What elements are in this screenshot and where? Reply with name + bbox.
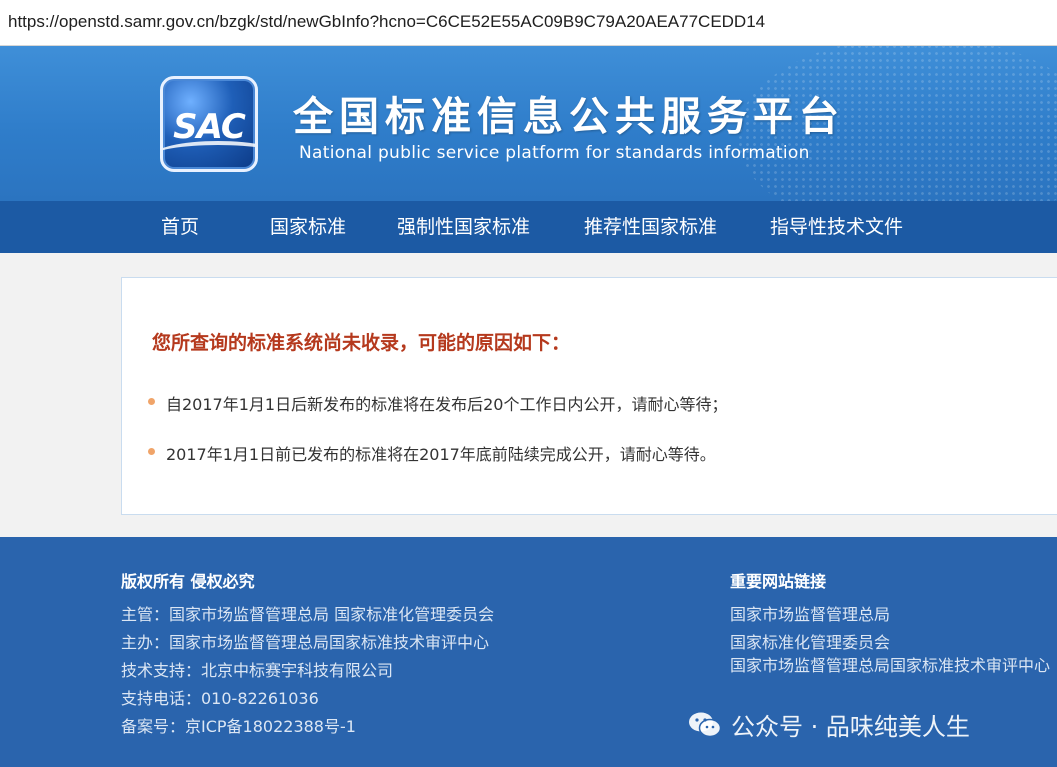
- logo-swoosh: [163, 141, 255, 169]
- bullet-icon: [148, 448, 155, 455]
- footer-line: 主管：国家市场监督管理总局 国家标准化管理委员会: [121, 605, 495, 624]
- main-nav: 首页 国家标准 强制性国家标准 推荐性国家标准 指导性技术文件: [0, 201, 1057, 253]
- footer-link-sac[interactable]: 国家标准化管理委员会: [730, 629, 890, 653]
- site-title: 全国标准信息公共服务平台: [293, 94, 845, 140]
- watermark-text: 公众号 · 品味纯美人生: [731, 713, 970, 741]
- nav-item-guidance-documents[interactable]: 指导性技术文件: [770, 201, 903, 253]
- nav-item-recommended-standards[interactable]: 推荐性国家标准: [584, 201, 717, 253]
- site-header: SAC 全国标准信息公共服务平台 National public service…: [0, 46, 1057, 201]
- url-text[interactable]: https://openstd.samr.gov.cn/bzgk/std/new…: [8, 12, 765, 32]
- nav-item-national-standards[interactable]: 国家标准: [270, 201, 346, 253]
- nav-item-mandatory-standards[interactable]: 强制性国家标准: [397, 201, 530, 253]
- notice-title: 您所查询的标准系统尚未收录，可能的原因如下：: [152, 332, 571, 354]
- footer-line: 技术支持：北京中标赛宇科技有限公司: [121, 661, 394, 680]
- footer-line: 主办：国家市场监督管理总局国家标准技术审评中心: [121, 633, 490, 652]
- nav-item-home[interactable]: 首页: [161, 201, 199, 253]
- sac-logo[interactable]: SAC: [160, 76, 258, 172]
- reason-item: 自2017年1月1日后新发布的标准将在发布后20个工作日内公开，请耐心等待；: [148, 391, 728, 415]
- site-subtitle: National public service platform for sta…: [299, 143, 810, 163]
- address-bar[interactable]: https://openstd.samr.gov.cn/bzgk/std/new…: [0, 0, 1057, 46]
- bullet-icon: [148, 398, 155, 405]
- links-heading: 重要网站链接: [730, 572, 827, 591]
- wechat-icon: [689, 712, 722, 738]
- reason-item: 2017年1月1日前已发布的标准将在2017年底前陆续完成公开，请耐心等待。: [148, 441, 716, 465]
- reason-text: 2017年1月1日前已发布的标准将在2017年底前陆续完成公开，请耐心等待。: [166, 445, 716, 464]
- footer-line[interactable]: 备案号：京ICP备18022388号-1: [121, 713, 356, 737]
- footer-link-samr[interactable]: 国家市场监督管理总局: [730, 601, 890, 625]
- notice-panel: 您所查询的标准系统尚未收录，可能的原因如下： 自2017年1月1日后新发布的标准…: [121, 277, 1057, 515]
- reason-text: 自2017年1月1日后新发布的标准将在发布后20个工作日内公开，请耐心等待；: [166, 395, 728, 414]
- footer-link-review-center[interactable]: 国家市场监督管理总局国家标准技术审评中心: [730, 653, 1052, 679]
- copyright-heading: 版权所有 侵权必究: [121, 572, 255, 591]
- footer-line: 支持电话：010-82261036: [121, 689, 319, 708]
